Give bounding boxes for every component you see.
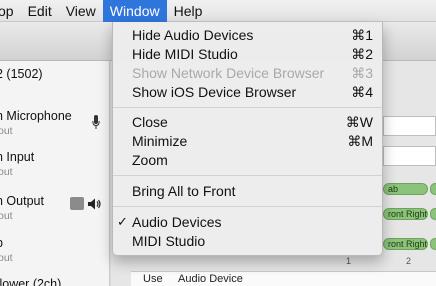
menu-item-shortcut: ⌘1 [351,27,373,43]
menu-item-shortcut: ⌘M [347,133,373,149]
grid-number: 1 [346,256,352,266]
device-name: 2 (1502) [0,67,43,81]
window-menu-dropdown: Hide Audio Devices ⌘1 Hide MIDI Studio ⌘… [112,22,383,256]
menu-item-shortcut: ⌘W [345,114,373,130]
device-item[interactable]: flower (2ch) [0,277,109,286]
menu-item-label: MIDI Studio [132,233,206,249]
menu-app-partial[interactable]: op [0,0,21,22]
menu-view[interactable]: View [59,0,103,22]
menu-bar: op Edit View Window Help [0,0,436,22]
device-subtitle: out [0,252,13,264]
menu-item-minimize[interactable]: Minimize ⌘M [113,131,382,151]
device-subtitle: out [0,166,13,178]
device-item[interactable]: n Input out [0,150,109,178]
channel-pill[interactable]: ront Right [383,208,428,220]
channel-pill[interactable]: ront Right [383,238,428,250]
input-field[interactable] [383,146,436,166]
menu-item-midi-studio[interactable]: MIDI Studio [113,231,382,251]
column-use[interactable]: Use [143,273,163,285]
microphone-icon [92,115,100,129]
channel-pill[interactable] [430,183,436,195]
device-sidebar: 2 (1502) n Microphone out n Input out n … [0,61,110,286]
input-field[interactable] [383,116,436,136]
menu-item-close[interactable]: Close ⌘W [113,112,382,132]
menu-item-label: Audio Devices [132,214,222,230]
menu-item-hide-midi-studio[interactable]: Hide MIDI Studio ⌘2 [113,44,382,64]
menu-item-label: Hide MIDI Studio [132,46,238,62]
menu-item-label: Hide Audio Devices [132,27,254,43]
menu-item-label: Minimize [132,133,188,149]
menu-item-hide-audio-devices[interactable]: Hide Audio Devices ⌘1 [113,25,382,45]
device-name: flower (2ch) [0,277,62,286]
column-audio-device[interactable]: Audio Device [178,273,243,285]
menu-separator [113,175,382,176]
menu-item-shortcut: ⌘4 [351,84,373,100]
device-item[interactable]: n Output out [0,194,109,222]
menu-item-shortcut: ⌘3 [351,65,373,81]
menu-item-label: Show Network Device Browser [132,65,325,81]
menu-item-audio-devices[interactable]: ✓ Audio Devices [113,212,382,232]
device-name: n Input [0,150,35,164]
menu-separator [113,107,382,108]
menu-window[interactable]: Window [102,0,167,22]
speaker-icon [88,198,101,210]
device-item[interactable]: n Microphone out [0,109,109,137]
device-subtitle: out [0,210,13,222]
channel-pill[interactable]: ab [383,183,428,195]
grid-number: 2 [406,256,412,266]
menu-item-zoom[interactable]: Zoom [113,150,382,170]
menu-item-shortcut: ⌘2 [351,46,373,62]
device-table-header: Use Audio Device [131,271,436,286]
device-item[interactable]: b out [0,236,109,264]
menu-item-label: Bring All to Front [132,183,236,199]
channel-pill[interactable] [430,208,436,220]
menu-item-show-ios-device-browser[interactable]: Show iOS Device Browser ⌘4 [113,82,382,102]
channel-pill[interactable] [430,238,436,250]
menu-item-label: Zoom [132,152,168,168]
checkmark-icon: ✓ [117,214,128,229]
menu-edit[interactable]: Edit [21,0,59,22]
finder-icon [70,197,84,210]
menu-item-bring-all-to-front[interactable]: Bring All to Front [113,181,382,201]
menu-help[interactable]: Help [167,0,210,22]
menu-separator [113,206,382,207]
menu-item-label: Close [132,114,168,130]
menu-item-label: Show iOS Device Browser [132,84,297,100]
menu-item-show-network-device-browser: Show Network Device Browser ⌘3 [113,63,382,83]
device-name: b [0,236,109,250]
device-item[interactable]: 2 (1502) [0,67,109,81]
